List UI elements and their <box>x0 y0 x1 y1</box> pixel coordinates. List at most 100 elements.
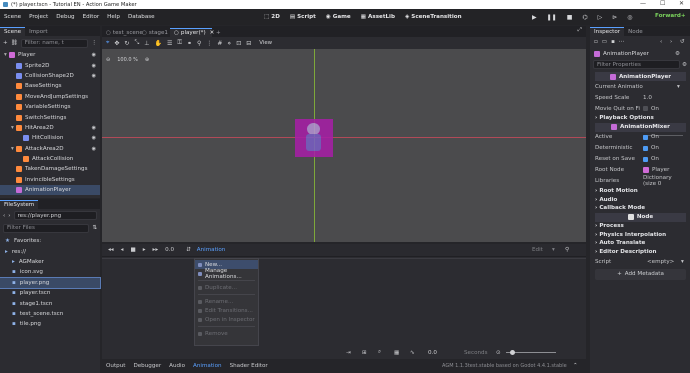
history-back-icon[interactable]: ‹ <box>660 39 662 45</box>
scene-node-attackcollision[interactable]: AttackCollision <box>0 154 100 164</box>
close-button[interactable]: ✕ <box>679 0 684 7</box>
menu-item-edit-transitions[interactable]: Edit Transitions... <box>195 306 258 315</box>
scene-node-basesettings[interactable]: BaseSettings <box>0 81 100 91</box>
snap-anim-icon[interactable]: ⇥ <box>346 350 351 356</box>
zoom-out-icon[interactable]: ⊖ <box>106 57 110 63</box>
inspector-more-icon[interactable]: ⋯ <box>619 39 625 45</box>
renderer-label[interactable]: Forward+ <box>655 13 686 19</box>
animation-menu-button[interactable]: Animation <box>197 247 226 253</box>
minimize-button[interactable]: — <box>640 0 646 7</box>
snap-icon[interactable]: ⋮ <box>206 40 212 47</box>
menu-debug[interactable]: Debug <box>52 14 78 20</box>
file-item-tile-png[interactable]: ▪ tile.png <box>0 319 100 329</box>
file-item-favorites[interactable]: ★ Favorites: <box>0 236 100 246</box>
distraction-free-icon[interactable]: ⤢ <box>578 27 582 34</box>
maximize-button[interactable]: ☐ <box>660 0 665 7</box>
file-item-res[interactable]: ▸ res:// <box>0 246 100 256</box>
zoom-level[interactable]: 100.0 % <box>117 57 138 63</box>
toggle-bottom-panel-icon[interactable]: ⌃ <box>573 363 578 369</box>
prop-reset-on-save[interactable]: Reset on Save On <box>595 154 686 165</box>
select-tool-icon[interactable]: ⌖ <box>106 39 109 47</box>
visibility-icon[interactable]: ◉ <box>92 73 96 79</box>
prop-active[interactable]: Active On <box>595 132 686 143</box>
workspace-script[interactable]: ▤ Script <box>290 14 316 20</box>
tab-output[interactable]: Output <box>102 363 129 369</box>
scene-filter-input[interactable]: Filter: name, t <box>20 38 89 48</box>
tab-audio[interactable]: Audio <box>165 363 189 369</box>
scene-node-variablesettings[interactable]: VariableSettings <box>0 102 100 112</box>
prop-current-animation[interactable]: Current Animatio ▾ <box>595 81 686 92</box>
guide-icon[interactable]: ⊡ <box>236 40 241 47</box>
rotate-tool-icon[interactable]: ↻ <box>124 40 129 47</box>
add-metadata-button[interactable]: + Add Metadata <box>595 268 686 280</box>
section-editor-description[interactable]: › Editor Description <box>595 248 686 257</box>
play-backwards-icon[interactable]: ◂◂ <box>108 247 114 253</box>
section-process[interactable]: › Process <box>595 222 686 231</box>
active-checkbox[interactable] <box>643 134 648 140</box>
section-callback-mode[interactable]: › Callback Mode <box>595 204 686 213</box>
lock-icon[interactable]: ⚿ <box>177 39 182 47</box>
speed-scale-value[interactable]: 1.0 <box>643 95 652 101</box>
file-filter-input[interactable]: Filter Files <box>3 223 90 233</box>
object-name[interactable]: AnimationPlayer <box>603 51 649 57</box>
scene-node-switchsettings[interactable]: SwitchSettings <box>0 112 100 122</box>
script-dropdown-icon[interactable]: ▾ <box>681 259 684 265</box>
deterministic-checkbox[interactable] <box>643 145 648 151</box>
section-audio[interactable]: › Audio <box>595 195 686 204</box>
anim-time[interactable]: 0.0 <box>165 247 174 253</box>
edit-button[interactable]: Edit <box>532 247 543 253</box>
zoom-in-icon[interactable]: ⊕ <box>145 57 149 63</box>
workspace-game[interactable]: ◉ Game <box>326 14 351 20</box>
section-physics-interpolation[interactable]: › Physics Interpolation <box>595 230 686 239</box>
menu-editor[interactable]: Editor <box>79 14 104 20</box>
tab-debugger[interactable]: Debugger <box>129 363 165 369</box>
property-filter-input[interactable]: Filter Properties <box>593 60 680 69</box>
menu-database[interactable]: Database <box>124 14 159 20</box>
slider-handle[interactable] <box>510 350 515 355</box>
scene-node-takendamagesettings[interactable]: TakenDamageSettings <box>0 164 100 174</box>
section-auto-translate[interactable]: › Auto Translate <box>595 239 686 248</box>
workspace-scenetransition[interactable]: ◈ SceneTransition <box>405 14 462 20</box>
move-tool-icon[interactable]: ✥ <box>114 40 119 47</box>
pan-icon[interactable]: ✋ <box>155 40 162 47</box>
movie-maker-icon[interactable]: ◎ <box>627 14 632 21</box>
workspace-assetlib[interactable]: ▦ AssetLib <box>361 14 395 20</box>
scene-node-invinciblesettings[interactable]: InvincibleSettings <box>0 175 100 185</box>
ruler-icon[interactable]: ⊥ <box>144 40 149 47</box>
stop-icon[interactable]: ■ <box>567 14 573 21</box>
history-forward-icon[interactable]: › <box>670 39 672 45</box>
tab-inspector[interactable]: Inspector <box>590 27 625 36</box>
history-icon[interactable]: ↺ <box>680 39 685 45</box>
seconds-select[interactable]: Seconds <box>464 350 488 356</box>
menu-item-open-in-inspector[interactable]: Open in Inspector <box>195 315 258 324</box>
play-custom-icon[interactable]: ⊳ <box>612 14 617 21</box>
stop-anim-icon[interactable]: ■ <box>130 247 135 253</box>
scene-node-moveandjumpsettings[interactable]: MoveAndJumpSettings <box>0 92 100 102</box>
sort-icon[interactable]: ⇅ <box>92 225 97 231</box>
pause-icon[interactable]: ❚❚ <box>547 14 557 21</box>
prop-deterministic[interactable]: Deterministic On <box>595 143 686 154</box>
file-item-player-tscn[interactable]: ▪ player.tscn <box>0 288 100 298</box>
pin-icon[interactable]: ⚲ <box>565 247 569 253</box>
tab-player[interactable]: ○ player(*) ✕ <box>170 28 214 37</box>
scale-tool-icon[interactable]: ⤡ <box>134 39 139 47</box>
reset-checkbox[interactable] <box>643 156 648 162</box>
bone-icon[interactable]: ⚲ <box>197 40 201 47</box>
scene-node-hitarea2d[interactable]: ▾ HitArea2D ◉ <box>0 123 100 133</box>
prop-libraries[interactable]: Libraries Dictionary (size 0 <box>595 175 686 187</box>
scene-node-animationplayer[interactable]: AnimationPlayer <box>0 185 100 196</box>
instance-scene-icon[interactable]: ⛓ <box>11 40 18 46</box>
tab-node[interactable]: Node <box>624 27 647 36</box>
view-menu[interactable]: View <box>259 40 272 46</box>
file-item-test-scene-tscn[interactable]: ▪ test_scene.tscn <box>0 309 100 319</box>
tab-shader-editor[interactable]: Shader Editor <box>226 363 272 369</box>
scene-node-collisionshape2d[interactable]: CollisionShape2D ◉ <box>0 71 100 81</box>
smart-snap-icon[interactable]: ⋄ <box>227 40 231 47</box>
group-icon[interactable]: ⚭ <box>187 40 192 47</box>
file-item-agmaker[interactable]: ▸ AGMaker <box>0 257 100 267</box>
path-field[interactable]: res://player.png <box>13 211 97 220</box>
scene-node-attackarea2d[interactable]: ▾ AttackArea2D ◉ <box>0 144 100 154</box>
object-options-icon[interactable]: ⚙ <box>675 51 680 57</box>
anim-options-icon[interactable]: ▾ <box>552 247 555 253</box>
menu-item-rename[interactable]: Rename... <box>195 297 258 306</box>
